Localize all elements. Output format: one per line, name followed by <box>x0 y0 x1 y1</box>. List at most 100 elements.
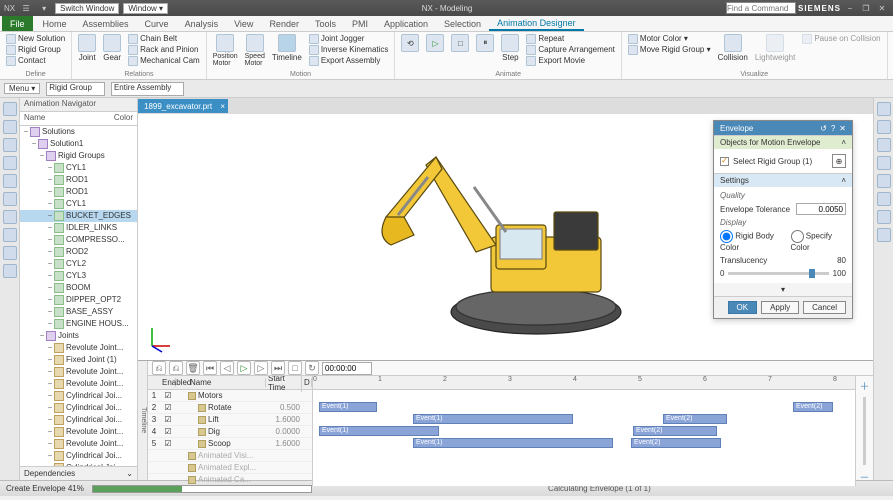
tree-item[interactable]: −Cylindrical Joi... <box>20 390 137 402</box>
lightweight-button[interactable]: Lightweight <box>753 33 797 63</box>
tree-item[interactable]: −BOOM <box>20 282 137 294</box>
tree-item[interactable]: −DIPPER_OPT2 <box>20 294 137 306</box>
timeline-event[interactable]: Event(1) <box>413 414 573 424</box>
tree-item[interactable]: −CYL2 <box>20 258 137 270</box>
tree-item[interactable]: −ENGINE HOUS... <box>20 318 137 330</box>
tree-item[interactable]: −CYL1 <box>20 198 137 210</box>
col-color[interactable]: Color <box>114 113 133 124</box>
tree-item[interactable]: −Cylindrical Joi... <box>20 414 137 426</box>
timeline-row[interactable]: 1☑Motors <box>148 390 312 402</box>
tree-item[interactable]: −ROD1 <box>20 174 137 186</box>
gear-button[interactable]: Gear <box>101 33 123 63</box>
zoom-in-icon[interactable]: ＋ <box>860 378 870 393</box>
tl-btn[interactable]: ◁ <box>220 361 234 375</box>
tree-item[interactable]: −Rigid Groups <box>20 150 137 162</box>
tl-btn[interactable]: ↻ <box>305 361 319 375</box>
tree-item[interactable]: −CYL1 <box>20 162 137 174</box>
dd-icon[interactable]: ▾ <box>37 2 51 14</box>
repeat[interactable]: Repeat <box>524 33 617 44</box>
rail-icon[interactable] <box>3 228 17 242</box>
timeline-event[interactable]: Event(2) <box>793 402 833 412</box>
tree-item[interactable]: −Cylindrical Joi... <box>20 450 137 462</box>
contact[interactable]: Contact <box>4 55 67 66</box>
export-movie[interactable]: Export Movie <box>524 55 617 66</box>
specify-color-radio[interactable]: Specify Color <box>791 230 847 252</box>
tl-time-input[interactable] <box>322 362 372 375</box>
move-rigid-group[interactable]: Move Rigid Group ▾ <box>626 44 713 55</box>
cancel-button[interactable]: Cancel <box>803 301 846 314</box>
collision-button[interactable]: Collision <box>716 33 750 63</box>
target-icon[interactable]: ⊕ <box>832 154 846 168</box>
rail-icon[interactable] <box>3 192 17 206</box>
tl-btn[interactable]: 🗑 <box>186 361 200 375</box>
tree-item[interactable]: −Cylindrical Joi... <box>20 402 137 414</box>
dependencies-bar[interactable]: Dependencies⌄ <box>20 466 137 480</box>
tree-item[interactable]: −ROD1 <box>20 186 137 198</box>
menu-icon[interactable]: ☰ <box>19 2 33 14</box>
rail-icon[interactable] <box>3 246 17 260</box>
inverse-kinematics[interactable]: Inverse Kinematics <box>307 44 391 55</box>
close-icon[interactable]: ✕ <box>875 2 889 14</box>
tab-assemblies[interactable]: Assemblies <box>75 16 137 31</box>
tab-analysis[interactable]: Analysis <box>177 16 227 31</box>
timeline-row[interactable]: 4☑Dig0.0000 <box>148 426 312 438</box>
tl-btn[interactable]: ▷ <box>254 361 268 375</box>
rail-icon[interactable] <box>877 156 891 170</box>
tree-item[interactable]: −Joints <box>20 330 137 342</box>
timeline-event[interactable]: Event(2) <box>633 426 717 436</box>
switch-window[interactable]: Switch Window <box>55 3 119 14</box>
restore-icon[interactable]: ❐ <box>859 2 873 14</box>
tl-play-button[interactable]: ▷ <box>237 361 251 375</box>
rail-icon[interactable] <box>3 174 17 188</box>
tree-item[interactable]: −Revolute Joint... <box>20 438 137 450</box>
rail-icon[interactable] <box>877 228 891 242</box>
tab-application[interactable]: Application <box>376 16 436 31</box>
position-motor[interactable]: Position Motor <box>211 33 240 68</box>
filter-dd-1[interactable]: Rigid Group <box>46 82 105 96</box>
nav-tree[interactable]: −Solutions−Solution1−Rigid Groups−CYL1−R… <box>20 126 137 466</box>
sec-settings[interactable]: Settings˄ <box>714 173 852 187</box>
rack-pinion[interactable]: Rack and Pinion <box>126 44 202 55</box>
tl-btn[interactable]: ⎌ <box>152 361 166 375</box>
export-assembly[interactable]: Export Assembly <box>307 55 391 66</box>
tl-btn[interactable]: ⎌ <box>169 361 183 375</box>
stop-button[interactable]: □ <box>449 33 471 53</box>
speed-motor[interactable]: Speed Motor <box>243 33 267 68</box>
rail-icon[interactable] <box>3 120 17 134</box>
tree-item[interactable]: −IDLER_LINKS <box>20 222 137 234</box>
timeline-row[interactable]: Animated Expl... <box>148 462 312 474</box>
tree-item[interactable]: −Revolute Joint... <box>20 426 137 438</box>
window-menu[interactable]: Window ▾ <box>123 3 168 14</box>
tab-home[interactable]: Home <box>35 16 75 31</box>
zoom-out-icon[interactable]: － <box>860 469 870 484</box>
rail-icon[interactable] <box>877 102 891 116</box>
motor-color[interactable]: Motor Color ▾ <box>626 33 713 44</box>
timeline-row[interactable]: Animated Visi... <box>148 450 312 462</box>
rail-icon[interactable] <box>3 156 17 170</box>
tree-item[interactable]: −BUCKET_EDGES <box>20 210 137 222</box>
document-tab[interactable]: 1899_excavator.prt× <box>138 99 228 113</box>
rewind-button[interactable]: ⟲ <box>399 33 421 53</box>
timeline-row[interactable]: 5☑Scoop1.6000 <box>148 438 312 450</box>
3d-viewport[interactable]: Envelope ↺ ? ✕ Objects for Motion Envelo… <box>138 114 873 360</box>
rail-icon[interactable] <box>3 264 17 278</box>
close-tab-icon[interactable]: × <box>220 102 225 111</box>
timeline-button[interactable]: Timeline <box>270 33 304 63</box>
menu-dd[interactable]: Menu ▾ <box>4 83 40 94</box>
panel-reset-icon[interactable]: ↺ <box>820 124 827 133</box>
command-search[interactable] <box>726 2 796 14</box>
rail-icon[interactable] <box>877 138 891 152</box>
rail-icon[interactable] <box>3 138 17 152</box>
select-rigid-group-row[interactable]: ✓ Select Rigid Group (1) ⊕ <box>720 152 846 170</box>
joint-jogger[interactable]: Joint Jogger <box>307 33 391 44</box>
tree-item[interactable]: −Fixed Joint (1) <box>20 354 137 366</box>
tree-item[interactable]: −Solution1 <box>20 138 137 150</box>
timeline-event[interactable]: Event(1) <box>319 426 439 436</box>
tree-item[interactable]: −BASE_ASSY <box>20 306 137 318</box>
rail-icon[interactable] <box>877 174 891 188</box>
rail-icon[interactable] <box>3 210 17 224</box>
timeline-row[interactable]: 3☑Lift1.6000 <box>148 414 312 426</box>
tab-curve[interactable]: Curve <box>137 16 177 31</box>
translucency-slider[interactable] <box>728 272 828 275</box>
sec-objects[interactable]: Objects for Motion Envelope˄ <box>714 135 852 149</box>
